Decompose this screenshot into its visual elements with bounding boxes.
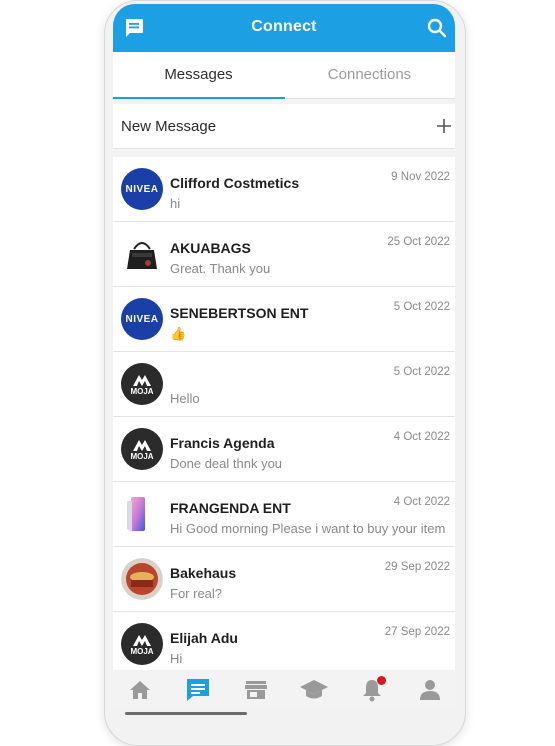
conversation-row[interactable]: NIVEA Clifford Costmetics hi 9 Nov 2022 (113, 157, 455, 222)
moja-logo-avatar: MOJA (121, 363, 163, 405)
search-icon[interactable] (425, 16, 449, 40)
bottom-navigation (113, 670, 455, 710)
message-preview: Great. Thank you (170, 261, 271, 276)
avatar-label: MOJA (130, 386, 154, 396)
notification-badge (377, 676, 386, 685)
home-icon[interactable] (124, 674, 156, 706)
contact-name: Clifford Costmetics (170, 175, 300, 191)
moja-mountain-icon (133, 634, 151, 646)
message-date: 29 Sep 2022 (384, 561, 450, 573)
conversation-list: NIVEA Clifford Costmetics hi 9 Nov 2022 … (113, 157, 455, 677)
contact-name: Bakehaus (170, 565, 237, 581)
message-date: 27 Sep 2022 (384, 626, 450, 638)
conversation-row[interactable]: AKUABAGS Great. Thank you 25 Oct 2022 (113, 222, 455, 287)
tab-messages[interactable]: Messages (113, 52, 284, 98)
messages-icon[interactable] (182, 674, 214, 706)
message-preview: Hi (170, 651, 183, 666)
moja-logo-avatar: MOJA (121, 623, 163, 665)
contact-name: Francis Agenda (170, 435, 275, 451)
message-date: 25 Oct 2022 (387, 236, 450, 248)
message-date: 5 Oct 2022 (393, 366, 450, 378)
tab-connections[interactable]: Connections (284, 52, 455, 98)
phone-avatar (121, 493, 163, 535)
tab-bar: Messages Connections (113, 52, 455, 99)
bell-icon[interactable] (356, 674, 388, 706)
message-date: 9 Nov 2022 (391, 171, 450, 183)
app-screen: Connect Messages Connections New Message… (113, 4, 455, 710)
new-message-label: New Message (121, 118, 217, 135)
app-header: Connect (113, 4, 455, 52)
avatar-label: NIVEA (125, 183, 159, 195)
avatar-label: MOJA (130, 451, 154, 461)
conversation-row[interactable]: MOJA Elijah Adu Hi 27 Sep 2022 (113, 612, 455, 677)
active-tab-indicator (113, 97, 285, 99)
plus-icon[interactable] (433, 115, 455, 137)
contact-name: AKUABAGS (170, 240, 251, 256)
page-title: Connect (251, 18, 317, 35)
conversation-row[interactable]: MOJA Hello 5 Oct 2022 (113, 352, 455, 417)
handbag-avatar (121, 233, 163, 275)
store-icon[interactable] (240, 674, 272, 706)
moja-logo-avatar: MOJA (121, 428, 163, 470)
home-indicator (125, 712, 247, 715)
pastry-avatar (121, 558, 163, 600)
nivea-logo-avatar: NIVEA (121, 168, 163, 210)
contact-name: FRANGENDA ENT (170, 500, 291, 516)
graduation-cap-icon[interactable] (298, 674, 330, 706)
message-preview: hi (170, 196, 181, 211)
message-date: 4 Oct 2022 (393, 496, 450, 508)
new-message-row[interactable]: New Message (113, 104, 455, 149)
contact-name: Elijah Adu (170, 630, 238, 646)
moja-mountain-icon (133, 374, 151, 386)
message-preview: Done deal thnk you (170, 456, 283, 471)
conversation-row[interactable]: NIVEA SENEBERTSON ENT 👍 5 Oct 2022 (113, 287, 455, 352)
moja-mountain-icon (133, 439, 151, 451)
conversation-row[interactable]: FRANGENDA ENT Hi Good morning Please i w… (113, 482, 455, 547)
nivea-logo-avatar: NIVEA (121, 298, 163, 340)
avatar-label: MOJA (130, 646, 154, 656)
message-preview: For real? (170, 586, 223, 601)
message-preview: Hello (170, 391, 200, 406)
avatar-label: NIVEA (125, 313, 159, 325)
conversation-row[interactable]: Bakehaus For real? 29 Sep 2022 (113, 547, 455, 612)
message-preview: 👍 (170, 326, 187, 341)
message-date: 5 Oct 2022 (393, 301, 450, 313)
conversation-row[interactable]: MOJA Francis Agenda Done deal thnk you 4… (113, 417, 455, 482)
message-date: 4 Oct 2022 (393, 431, 450, 443)
message-preview: Hi Good morning Please i want to buy you… (170, 521, 446, 536)
contact-name: SENEBERTSON ENT (170, 305, 309, 321)
profile-icon[interactable] (414, 674, 446, 706)
